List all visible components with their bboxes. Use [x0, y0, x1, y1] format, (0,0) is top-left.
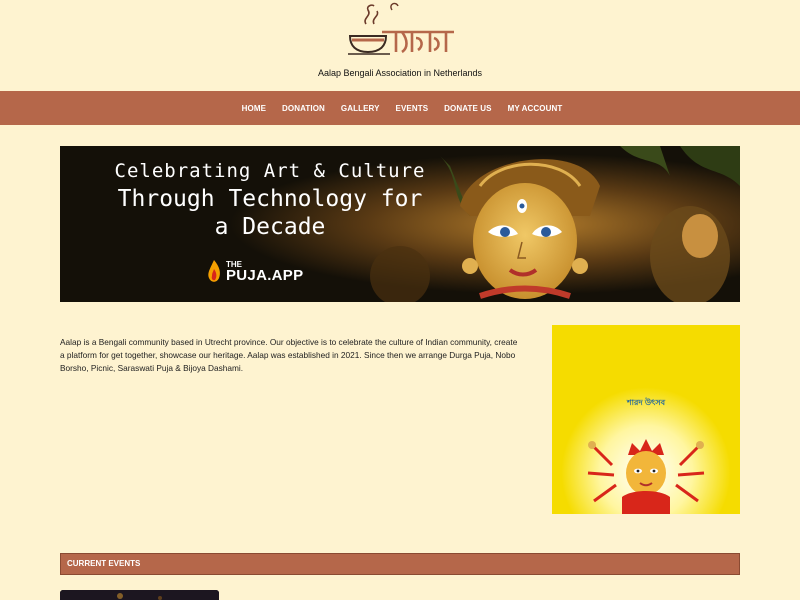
aalap-logo[interactable]: [346, 2, 456, 60]
durga-puja-poster[interactable]: শারদ উৎসব: [552, 325, 740, 514]
banner-line-3: a Decade: [214, 214, 326, 240]
nav-item-donation[interactable]: DONATION: [274, 104, 333, 113]
nav-item-events[interactable]: EVENTS: [388, 104, 437, 113]
durga-poster-artwork: [552, 325, 740, 514]
brand-name: PUJA.APP: [226, 266, 304, 284]
current-events-header: CURRENT EVENTS: [60, 553, 740, 575]
main-nav: HOME DONATION GALLERY EVENTS DONATE US M…: [0, 91, 800, 125]
nav-item-donate-us[interactable]: DONATE US: [436, 104, 499, 113]
puja-app-brand: THE PUJA.APP: [206, 258, 303, 286]
event-image: [60, 590, 219, 600]
section-title: CURRENT EVENTS: [67, 559, 141, 568]
site-tagline: Aalap Bengali Association in Netherlands: [317, 68, 483, 78]
nav-item-my-account[interactable]: MY ACCOUNT: [500, 104, 571, 113]
site-header: Aalap Bengali Association in Netherlands: [0, 0, 800, 92]
brand-text: THE PUJA.APP: [226, 261, 303, 283]
nav-item-home[interactable]: HOME: [234, 104, 274, 113]
banner-line-2: Through Technology for: [117, 186, 423, 212]
nav-list: HOME DONATION GALLERY EVENTS DONATE US M…: [0, 91, 800, 125]
flame-icon: [208, 260, 220, 282]
about-text: Aalap is a Bengali community based in Ut…: [60, 337, 518, 373]
event-card-thumbnail[interactable]: [60, 590, 219, 600]
nav-item-gallery[interactable]: GALLERY: [333, 104, 388, 113]
poster-title: শারদ উৎসব: [626, 398, 666, 407]
banner-heading: Celebrating Art & Culture Through Techno…: [60, 160, 480, 240]
hero-banner[interactable]: Celebrating Art & Culture Through Techno…: [60, 146, 740, 302]
banner-line-1: Celebrating Art & Culture: [114, 160, 426, 182]
